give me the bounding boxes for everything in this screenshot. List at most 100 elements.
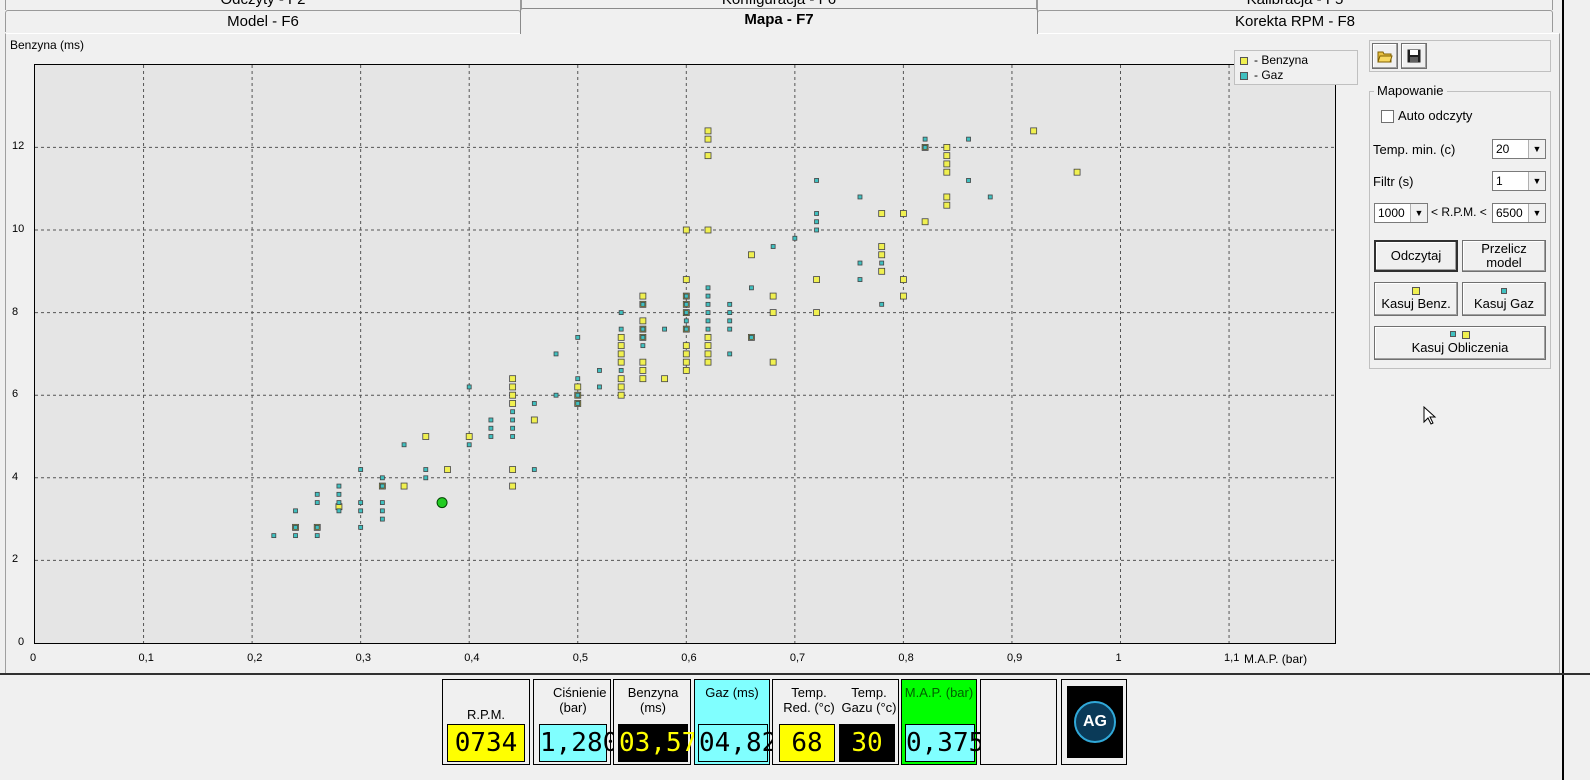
tab-label: Mapa - F7 xyxy=(744,11,814,28)
mapowanie-title: Mapowanie xyxy=(1374,83,1447,98)
gaz-point xyxy=(553,351,559,357)
logo-box: AG xyxy=(1061,679,1127,765)
benzyna-point xyxy=(943,201,951,209)
filtr-select[interactable]: 1 ▼ xyxy=(1492,171,1546,191)
both-markers-icon xyxy=(1450,331,1470,339)
gaz-point xyxy=(683,310,689,316)
current-point-marker xyxy=(436,497,448,509)
auto-odczyty-checkbox[interactable] xyxy=(1381,110,1394,123)
benzyna-point xyxy=(704,342,712,350)
benzyna-point xyxy=(900,210,907,217)
scatter-plot xyxy=(34,64,1336,644)
gaz-point xyxy=(792,235,798,241)
y-tick-label: 0 xyxy=(18,636,25,648)
gaz-point xyxy=(575,376,581,382)
gaz-point xyxy=(358,524,364,530)
y-tick-label: 2 xyxy=(12,553,19,566)
benzyna-point xyxy=(682,342,690,350)
rpm-max-select[interactable]: 6500 ▼ xyxy=(1492,203,1546,223)
benzyna-point xyxy=(465,433,473,440)
tab-model[interactable]: Model - F6 xyxy=(5,10,521,32)
benzyna-point xyxy=(748,251,755,259)
rpm-min-select[interactable]: 1000 ▼ xyxy=(1374,203,1428,223)
benzyna-point xyxy=(704,358,712,366)
tab-kalibracja[interactable]: Kalibracja - F5 xyxy=(1037,0,1553,10)
x-tick-label: 0,5 xyxy=(572,652,589,664)
gaz-point xyxy=(640,301,646,307)
kasuj-benz-button[interactable]: Kasuj Benz. xyxy=(1374,282,1458,316)
kasuj-gaz-button[interactable]: Kasuj Gaz xyxy=(1462,282,1546,316)
benzyna-point xyxy=(509,391,517,399)
przelicz-label: Przelicz model xyxy=(1481,241,1527,270)
benzyna-point xyxy=(509,482,517,490)
gaz-point xyxy=(293,508,298,514)
tab-odczyty[interactable]: Odczyty - F2 xyxy=(5,0,521,10)
rpm-min-value: 1000 xyxy=(1378,206,1405,220)
gaz-point xyxy=(683,293,689,299)
benzyna-point xyxy=(878,251,886,259)
chevron-down-icon: ▼ xyxy=(1528,140,1545,158)
gaz-point xyxy=(575,392,581,398)
tab-label: Odczyty - F2 xyxy=(220,0,305,8)
tab-mapa[interactable]: Mapa - F7 xyxy=(520,8,1038,34)
gaz-point xyxy=(423,467,429,472)
benzyna-point xyxy=(813,276,820,283)
gaz-marker-icon xyxy=(1501,287,1507,294)
tab-label: Model - F6 xyxy=(227,13,299,30)
gaz-point xyxy=(683,326,689,332)
x-tick-label: 0,2 xyxy=(247,652,263,664)
temp-red-label: Temp. Red. (°c) xyxy=(783,685,835,715)
gaz-point xyxy=(966,136,971,142)
benzyna-point xyxy=(878,243,886,250)
gaz-point xyxy=(314,524,320,530)
gaz-point xyxy=(293,533,298,539)
gaz-point xyxy=(293,524,298,530)
gaz-point xyxy=(640,334,646,340)
tab-label: Korekta RPM - F8 xyxy=(1234,13,1356,30)
benzyna-point xyxy=(769,292,777,300)
gaz-point xyxy=(379,500,385,505)
gaz-point xyxy=(336,508,342,514)
benzyna-point xyxy=(704,350,712,358)
gaz-point xyxy=(922,136,928,142)
benzyna-point xyxy=(661,375,668,383)
auto-odczyty-label: Auto odczyty xyxy=(1398,108,1473,123)
gaz-point xyxy=(401,442,407,448)
save-button[interactable] xyxy=(1401,43,1427,69)
ag-logo-text: AG xyxy=(1083,713,1107,730)
benzyna-point xyxy=(704,135,712,143)
map-gauge: M.A.P. (bar) 0,375 xyxy=(901,679,984,765)
gaz-point xyxy=(966,178,971,183)
open-button[interactable] xyxy=(1372,43,1398,69)
benzyna-value: 03,57 xyxy=(618,724,697,762)
rpm-range-label: < R.P.M. < xyxy=(1431,205,1487,219)
benzyna-point xyxy=(900,292,907,300)
tab-korekta-rpm[interactable]: Korekta RPM - F8 xyxy=(1037,10,1553,32)
y-tick-label: 6 xyxy=(12,388,19,401)
benzyna-point xyxy=(943,193,951,201)
benzyna-point xyxy=(682,358,690,366)
benzyna-point xyxy=(704,152,712,160)
benzyna-point xyxy=(900,276,907,283)
gaz-point xyxy=(271,533,277,539)
przelicz-model-button[interactable]: Przelicz model xyxy=(1462,240,1546,272)
benzyna-point xyxy=(704,127,712,135)
benzyna-point xyxy=(509,400,517,407)
gaz-point xyxy=(640,343,646,349)
gaz-point xyxy=(488,434,494,439)
gaz-point xyxy=(814,178,819,183)
gaz-point xyxy=(705,301,711,307)
odczytaj-button[interactable]: Odczytaj xyxy=(1374,240,1458,272)
benzyna-point xyxy=(639,317,647,325)
toolbar xyxy=(1369,40,1551,72)
benzyna-point xyxy=(682,226,690,234)
gaz-point xyxy=(336,500,342,505)
kasuj-obliczenia-button[interactable]: Kasuj Obliczenia xyxy=(1374,326,1546,360)
gaz-point xyxy=(597,384,602,390)
gaz-point xyxy=(553,392,559,398)
benzyna-point xyxy=(617,358,625,366)
benzyna-point xyxy=(400,482,408,490)
empty-gauge xyxy=(980,679,1057,765)
temp-min-select[interactable]: 20 ▼ xyxy=(1492,139,1546,159)
benzyna-point xyxy=(682,350,690,358)
